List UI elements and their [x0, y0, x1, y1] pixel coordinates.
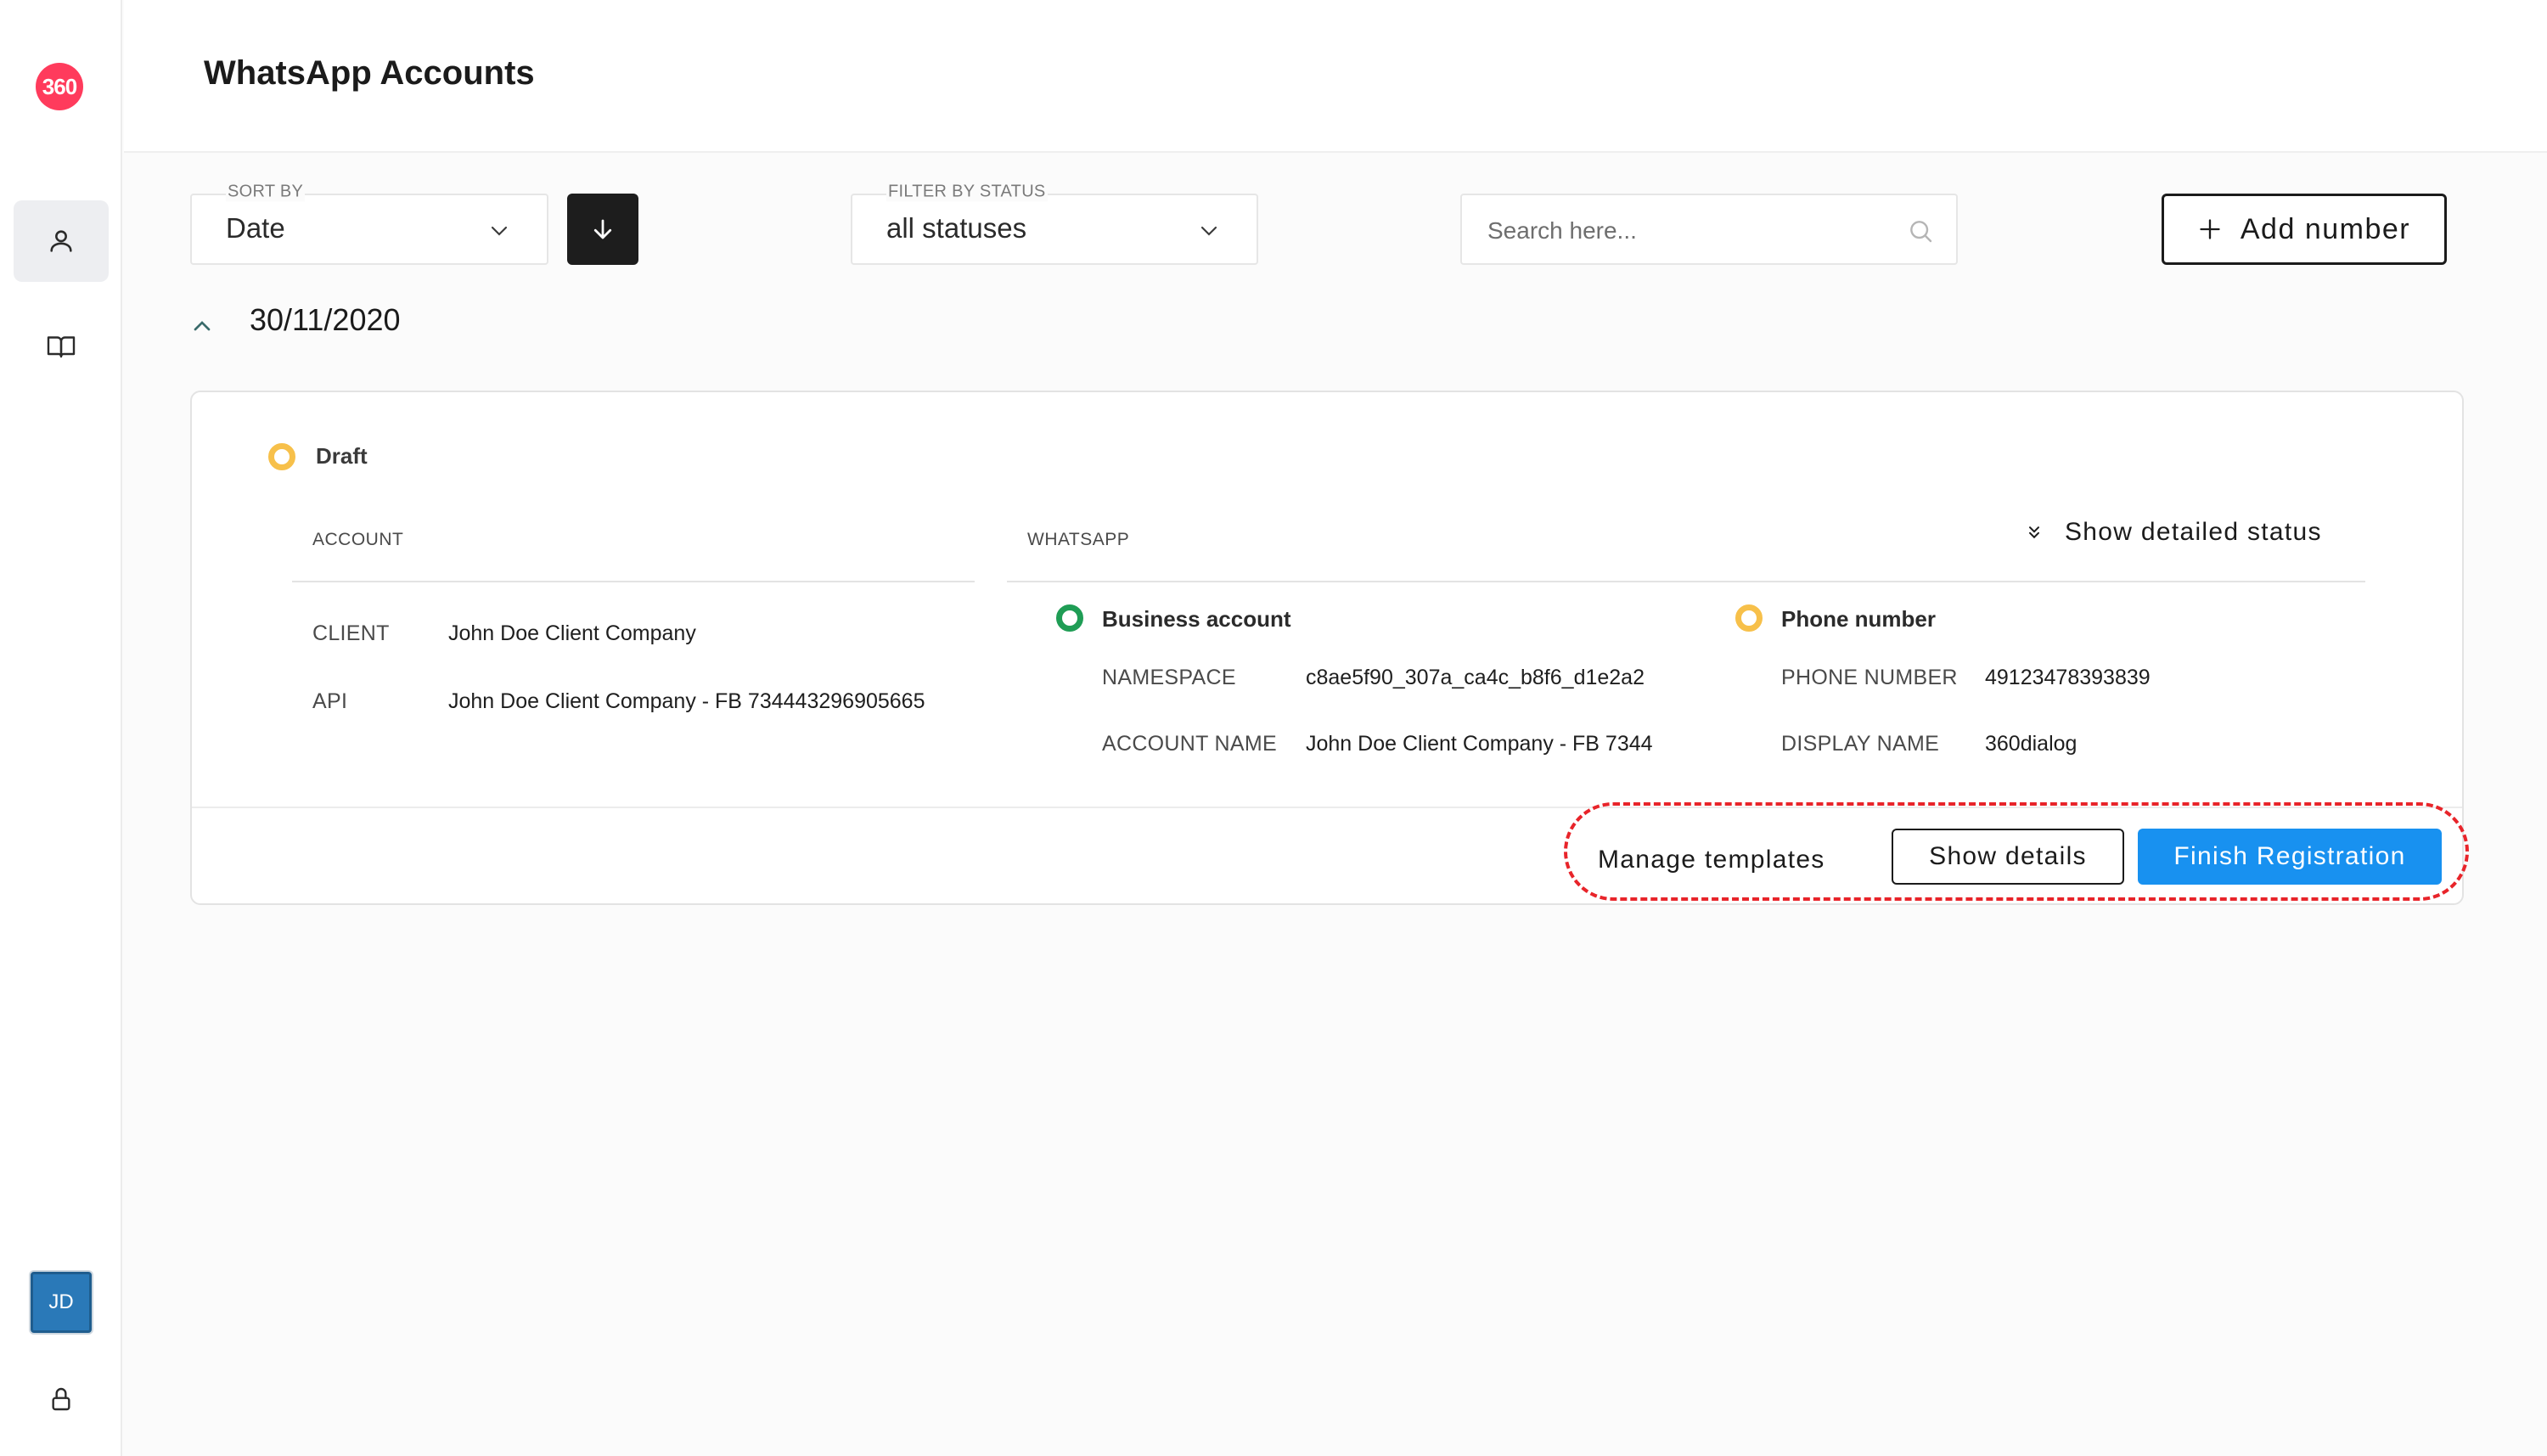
phone-number-key: PHONE NUMBER — [1781, 666, 1958, 689]
add-number-button[interactable]: Add number — [2162, 194, 2447, 265]
sort-by-label: SORT BY — [226, 182, 306, 202]
draft-status-dot — [268, 443, 295, 470]
api-value: John Doe Client Company - FB 73444329690… — [448, 689, 925, 713]
status-filter-value: all statuses — [886, 212, 1027, 244]
api-key: API — [312, 689, 348, 713]
client-value: John Doe Client Company — [448, 621, 696, 645]
status-label: Draft — [316, 443, 368, 469]
account-card: Draft ACCOUNT WHATSAPP Show detailed sta… — [190, 391, 2464, 905]
status-filter-label: FILTER BY STATUS — [886, 182, 1048, 202]
account-heading: ACCOUNT — [312, 530, 404, 549]
chevron-up-icon[interactable] — [188, 312, 216, 340]
sidebar-item-accounts[interactable] — [14, 200, 109, 282]
card-footer-divider — [192, 807, 2462, 808]
phone-number-title: Phone number — [1781, 606, 1937, 632]
chevron-down-icon — [491, 226, 508, 236]
chevron-down-icon — [1200, 226, 1217, 236]
display-name-key: DISPLAY NAME — [1781, 732, 1940, 756]
client-key: CLIENT — [312, 621, 390, 645]
phone-number-value: 49123478393839 — [1985, 666, 2151, 689]
sort-direction-button[interactable] — [567, 194, 638, 265]
phone-number-status-dot — [1735, 604, 1763, 632]
namespace-value: c8ae5f90_307a_ca4c_b8f6_d1e2a2 — [1306, 666, 1645, 689]
business-account-title: Business account — [1102, 606, 1291, 632]
search-icon[interactable] — [1907, 217, 1934, 245]
status-filter-select[interactable]: FILTER BY STATUS all statuses — [851, 182, 1258, 265]
account-name-key: ACCOUNT NAME — [1102, 732, 1277, 756]
page-header: WhatsApp Accounts — [124, 0, 2547, 153]
sidebar: 360 JD — [0, 0, 122, 1456]
account-divider — [292, 581, 975, 582]
namespace-key: NAMESPACE — [1102, 666, 1236, 689]
double-chevron-down-icon — [2029, 526, 2039, 539]
business-account-status-dot — [1056, 604, 1083, 632]
add-number-label: Add number — [2240, 212, 2411, 245]
lock-icon — [52, 1387, 70, 1411]
search-input[interactable] — [1487, 212, 1895, 250]
user-avatar[interactable]: JD — [31, 1272, 92, 1333]
search-box — [1460, 194, 1958, 265]
brand-logo[interactable]: 360 — [36, 63, 83, 110]
display-name-value: 360dialog — [1985, 732, 2078, 756]
manage-templates-button[interactable]: Manage templates — [1598, 834, 1825, 886]
arrow-down-icon — [593, 219, 612, 239]
sort-by-select[interactable]: SORT BY Date — [190, 182, 548, 265]
plus-icon — [2200, 219, 2220, 239]
sidebar-item-docs[interactable] — [14, 306, 109, 387]
whatsapp-divider — [1007, 581, 2365, 582]
logout-button[interactable] — [46, 1384, 76, 1414]
sort-by-value: Date — [226, 212, 285, 244]
finish-registration-button[interactable]: Finish Registration — [2138, 829, 2442, 885]
whatsapp-heading: WHATSAPP — [1027, 530, 1130, 549]
book-icon — [47, 336, 76, 358]
account-name-value: John Doe Client Company - FB 7344 — [1306, 732, 1653, 756]
show-detailed-status-button[interactable]: Show detailed status — [2026, 518, 2322, 547]
show-detailed-status-label: Show detailed status — [2065, 518, 2322, 546]
show-details-button[interactable]: Show details — [1892, 829, 2124, 885]
page-title: WhatsApp Accounts — [204, 54, 535, 92]
group-date: 30/11/2020 — [250, 302, 401, 337]
user-icon — [50, 230, 72, 252]
